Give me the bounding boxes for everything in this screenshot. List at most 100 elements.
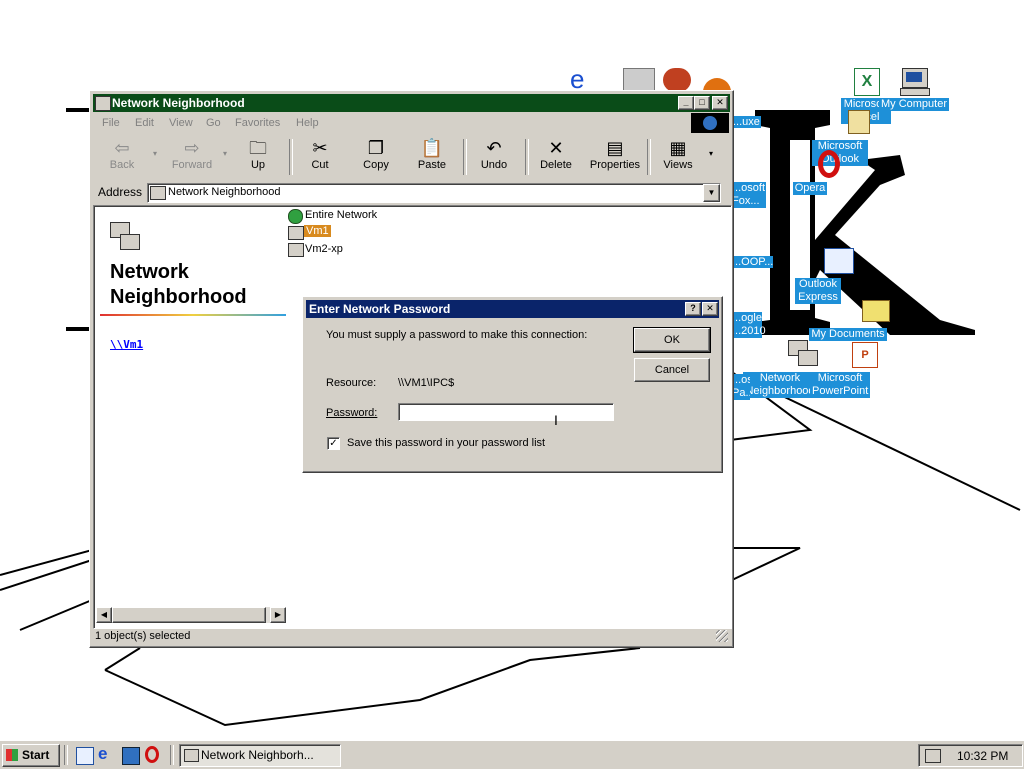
network-large-icon	[110, 222, 140, 252]
file-list: Entire Network Vm1 Vm2-xp	[288, 208, 728, 268]
address-dropdown-button[interactable]: ▼	[703, 184, 720, 202]
menu-bar: File Edit View Go Favorites Help	[93, 113, 730, 133]
desktop-icon-label: ...ogle ...2010	[732, 312, 766, 338]
properties-icon: ▤	[606, 138, 624, 158]
desktop-icon-label: ...OOP...	[732, 256, 774, 268]
paste-button[interactable]: 📋 Paste	[405, 137, 459, 177]
taskbar: Start e Network Neighborh... 10:32 PM	[0, 740, 1024, 769]
undo-button[interactable]: ↶ Undo	[467, 137, 521, 177]
cancel-button[interactable]: Cancel	[634, 358, 710, 382]
dialog-message: You must supply a password to make this …	[326, 329, 588, 341]
text-cursor-icon: I	[554, 412, 558, 428]
desktop-icon-powerpoint[interactable]: P Microsoft PowerPoint	[800, 340, 880, 398]
list-item-label: Entire Network	[305, 209, 378, 221]
scroll-left-button[interactable]: ◀	[96, 607, 112, 623]
chevron-down-icon[interactable]: ▾	[709, 149, 713, 158]
desktop-icon-label: My Computer	[878, 98, 950, 111]
dialog-title: Enter Network Password	[309, 302, 451, 316]
desktop-icon-row-top: e	[565, 66, 735, 94]
outlook-icon	[824, 108, 870, 140]
delete-button[interactable]: ✕ Delete	[529, 137, 583, 177]
back-button[interactable]: ⇦ Back	[95, 137, 149, 177]
resize-grip-icon[interactable]	[716, 630, 728, 642]
start-button[interactable]: Start	[2, 744, 60, 767]
status-bar: 1 object(s) selected	[93, 628, 730, 646]
clock[interactable]: 10:32 PM	[957, 749, 1008, 763]
help-button[interactable]: ?	[685, 302, 701, 316]
password-field[interactable]	[398, 403, 614, 421]
network-window-icon	[95, 96, 111, 111]
desktop-icon-label: ...uxe	[732, 116, 761, 128]
opera-quicklaunch-icon[interactable]	[145, 746, 159, 763]
desktop-icon-label: Opera	[792, 182, 828, 195]
maximize-button[interactable]: □	[694, 96, 710, 110]
computer-icon	[288, 226, 304, 240]
scroll-right-button[interactable]: ▶	[270, 607, 286, 623]
desktop-icon-label: ...oso Pa...	[732, 374, 750, 400]
address-field[interactable]: Network Neighborhood ▼	[147, 183, 721, 203]
ie-quicklaunch-icon[interactable]: e	[98, 745, 114, 763]
resource-value: \\VM1\IPC$	[398, 377, 455, 389]
info-panel-title-line1: Network	[110, 261, 189, 283]
opera-icon	[794, 150, 840, 182]
chevron-down-icon[interactable]: ▾	[223, 149, 227, 158]
desktop-quicklaunch-icon[interactable]	[122, 747, 140, 765]
forward-button[interactable]: ⇨ Forward	[165, 137, 219, 177]
quicklaunch-separator	[64, 745, 68, 765]
menu-help[interactable]: Help	[296, 117, 319, 129]
menu-favorites[interactable]: Favorites	[235, 117, 280, 129]
task-label: Network Neighborh...	[201, 748, 314, 762]
address-bar: Address Network Neighborhood ▼	[93, 181, 730, 203]
save-password-checkbox[interactable]: ✓	[327, 437, 340, 450]
media-icon[interactable]	[663, 68, 691, 92]
close-button[interactable]: ✕	[712, 96, 728, 110]
save-password-label: Save this password in your password list	[347, 437, 546, 449]
info-panel-title-line2: Neighborhood	[110, 286, 247, 308]
address-value: Network Neighborhood	[168, 186, 281, 198]
forward-arrow-icon: ⇨	[184, 138, 200, 158]
menu-file[interactable]: File	[102, 117, 120, 129]
explorer-title-bar[interactable]: Network Neighborhood _ □ ✕	[93, 94, 730, 112]
windows-logo-icon	[691, 113, 729, 133]
views-icon: ▦	[669, 138, 687, 158]
menu-go[interactable]: Go	[206, 117, 221, 129]
address-label: Address	[98, 185, 143, 199]
horizontal-scrollbar[interactable]: ◀ ▶	[96, 607, 286, 623]
dialog-title-bar[interactable]: Enter Network Password ? ✕	[306, 300, 719, 318]
globe-icon	[288, 209, 303, 224]
taskbar-task-network[interactable]: Network Neighborh...	[179, 744, 341, 767]
cut-button[interactable]: ✂ Cut	[293, 137, 347, 177]
chevron-down-icon[interactable]: ▾	[153, 149, 157, 158]
info-panel-title: Network Neighborhood	[110, 260, 247, 310]
info-panel-divider	[100, 314, 286, 316]
up-button[interactable]: 🗀 Up	[231, 137, 285, 177]
menu-view[interactable]: View	[169, 117, 193, 129]
scroll-thumb[interactable]	[112, 607, 266, 623]
network-icon	[764, 340, 818, 372]
delete-x-icon: ✕	[548, 138, 564, 158]
menu-edit[interactable]: Edit	[135, 117, 154, 129]
network-small-icon	[150, 186, 166, 200]
copy-button[interactable]: ❐ Copy	[349, 137, 403, 177]
views-button[interactable]: ▦ Views	[651, 137, 705, 177]
desktop-icon-opera[interactable]: Opera	[770, 150, 850, 195]
minimize-button[interactable]: _	[678, 96, 694, 110]
computer-icon	[898, 66, 930, 98]
internet-explorer-icon[interactable]: e	[570, 66, 600, 92]
network-tray-icon[interactable]	[925, 749, 941, 763]
back-arrow-icon: ⇦	[114, 138, 130, 158]
explorer-title: Network Neighborhood	[112, 96, 245, 110]
outlook-express-quicklaunch-icon[interactable]	[76, 747, 94, 765]
ok-button[interactable]: OK	[633, 327, 711, 353]
password-dialog: Enter Network Password ? ✕ You must supp…	[302, 296, 723, 473]
start-label: Start	[22, 748, 50, 762]
vm1-link[interactable]: \\Vm1	[110, 338, 143, 351]
dialog-close-button[interactable]: ✕	[702, 302, 718, 316]
desktop-icon-my-documents[interactable]: My Documents	[808, 296, 890, 341]
system-tray: 10:32 PM	[918, 744, 1023, 767]
toolbar: ⇦ Back ▾ ⇨ Forward ▾ 🗀 Up ✂ Cut ❐ Copy 📋 Paste…	[93, 135, 730, 179]
copy-icon: ❐	[367, 138, 385, 158]
list-item-label: Vm2-xp	[305, 243, 343, 255]
desktop-icon-my-computer[interactable]: My Computer	[874, 66, 954, 111]
properties-button[interactable]: ▤ Properties	[585, 137, 645, 177]
